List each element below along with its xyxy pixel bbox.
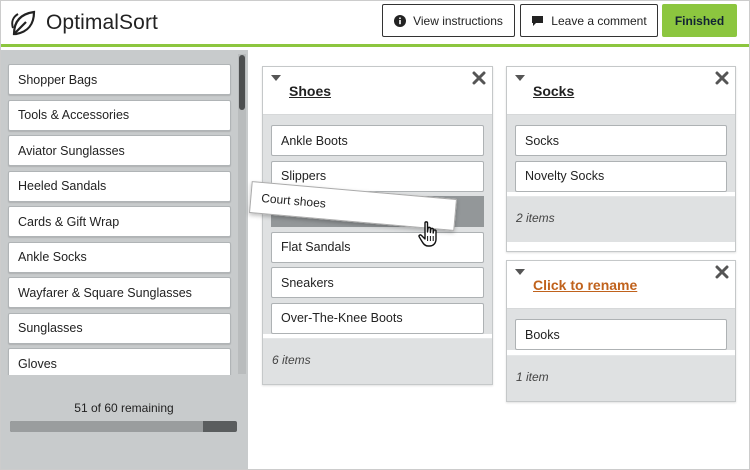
group-items: Books	[507, 309, 735, 350]
leave-comment-label: Leave a comment	[551, 13, 647, 28]
card[interactable]: Heeled Sandals	[8, 170, 231, 202]
card[interactable]: Wayfarer & Square Sunglasses	[8, 277, 231, 308]
group-item[interactable]: Socks	[515, 125, 727, 156]
collapse-caret-icon[interactable]	[515, 269, 525, 275]
group-new[interactable]: Click to rename Books 1 item	[506, 260, 736, 402]
view-instructions-label: View instructions	[413, 13, 503, 28]
card[interactable]: Aviator Sunglasses	[8, 135, 231, 166]
group-item-count: 2 items	[507, 196, 735, 242]
scrollbar-thumb[interactable]	[239, 55, 245, 110]
progress-bar	[10, 421, 237, 432]
info-icon	[394, 14, 407, 27]
groups-area: Shoes Ankle Boots Slippers Flat Sandals …	[248, 50, 750, 470]
group-shoes[interactable]: Shoes Ankle Boots Slippers Flat Sandals …	[262, 66, 493, 385]
group-item[interactable]: Novelty Socks	[515, 160, 727, 192]
hand-cursor-icon	[418, 221, 437, 247]
card-list: Shopper Bags Tools & Accessories Aviator…	[8, 64, 231, 384]
group-item[interactable]: Sneakers	[271, 267, 484, 298]
group-title[interactable]: Socks	[533, 83, 574, 99]
group-item[interactable]: Flat Sandals	[271, 231, 484, 263]
group-title[interactable]: Shoes	[289, 83, 331, 99]
logo: OptimalSort	[10, 8, 158, 38]
group-item-count: 6 items	[263, 338, 492, 384]
close-icon[interactable]	[715, 71, 729, 85]
collapse-caret-icon[interactable]	[515, 75, 525, 81]
view-instructions-button[interactable]: View instructions	[382, 4, 515, 37]
remaining-count: 51 of 60 remaining	[74, 401, 174, 415]
card[interactable]: Tools & Accessories	[8, 99, 231, 131]
rename-group-link[interactable]: Click to rename	[533, 277, 637, 293]
group-header: Click to rename	[507, 261, 735, 309]
card[interactable]: Shopper Bags	[8, 64, 231, 95]
leaf-logo-icon	[11, 10, 36, 36]
close-icon[interactable]	[472, 71, 486, 85]
top-bar: OptimalSort View instructions Leave a co…	[0, 0, 750, 47]
card[interactable]: Cards & Gift Wrap	[8, 206, 231, 237]
group-item-count: 1 item	[507, 354, 735, 401]
comment-icon	[532, 15, 544, 26]
collapse-caret-icon[interactable]	[271, 75, 281, 81]
group-header: Socks	[507, 67, 735, 115]
finished-label: Finished	[674, 13, 725, 28]
card-panel: Shopper Bags Tools & Accessories Aviator…	[0, 50, 248, 470]
group-items: Socks Novelty Socks	[507, 115, 735, 192]
group-item[interactable]: Books	[515, 319, 727, 350]
leave-comment-button[interactable]: Leave a comment	[520, 4, 658, 37]
card[interactable]: Sunglasses	[8, 312, 231, 344]
close-icon[interactable]	[715, 265, 729, 279]
group-item[interactable]: Over-The-Knee Boots	[271, 302, 484, 334]
group-header: Shoes	[263, 67, 492, 115]
finished-button[interactable]: Finished	[662, 4, 737, 37]
app-name: OptimalSort	[46, 11, 158, 34]
progress-bar-fill	[10, 421, 203, 432]
group-socks[interactable]: Socks Socks Novelty Socks 2 items	[506, 66, 736, 252]
card[interactable]: Ankle Socks	[8, 241, 231, 273]
group-item[interactable]: Ankle Boots	[271, 125, 484, 156]
